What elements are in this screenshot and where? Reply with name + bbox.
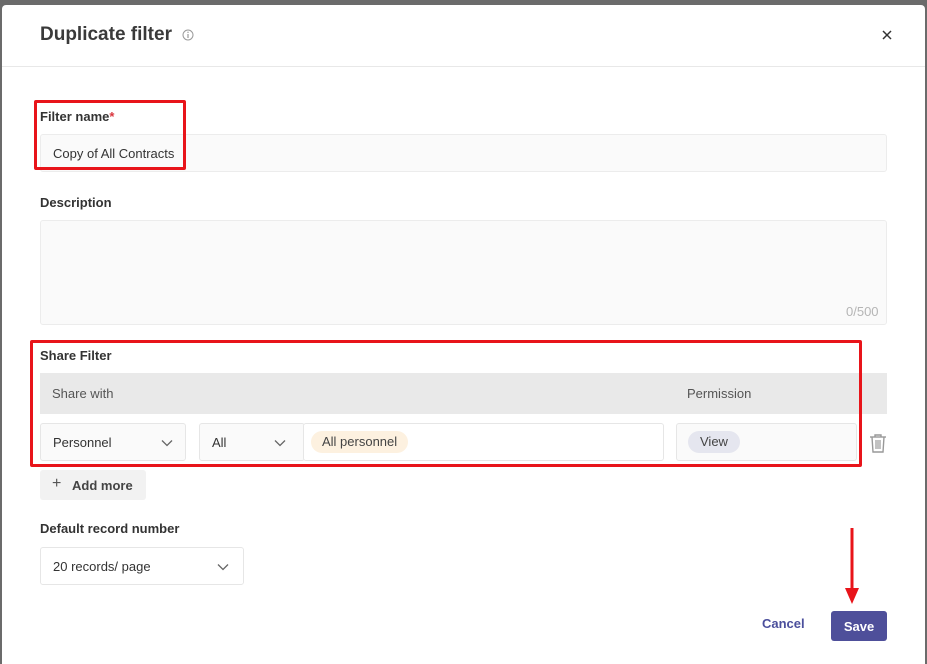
- description-textarea[interactable]: [40, 220, 887, 325]
- dialog-header: Duplicate filter: [2, 5, 925, 67]
- share-type-select[interactable]: Personnel: [40, 423, 186, 461]
- filter-name-input[interactable]: [40, 134, 887, 172]
- default-record-value: 20 records/ page: [53, 559, 151, 574]
- filter-name-label-text: Filter name: [40, 109, 110, 124]
- share-table-header: Share with Permission: [40, 373, 887, 414]
- filter-name-label: Filter name*: [40, 109, 114, 124]
- save-button[interactable]: Save: [831, 611, 887, 641]
- duplicate-filter-dialog: Duplicate filter Filter name* Descriptio…: [2, 5, 925, 664]
- default-record-label: Default record number: [40, 521, 180, 536]
- permission-select[interactable]: View: [676, 423, 857, 461]
- share-scope-value: All: [212, 435, 227, 450]
- default-record-select[interactable]: 20 records/ page: [40, 547, 244, 585]
- dialog-title: Duplicate filter: [40, 24, 172, 45]
- chevron-down-icon: [161, 440, 173, 447]
- annotation-arrow-icon: [845, 528, 859, 604]
- cancel-button[interactable]: Cancel: [762, 616, 805, 631]
- info-icon[interactable]: [182, 29, 194, 41]
- share-scope-select[interactable]: All: [199, 423, 305, 461]
- chevron-down-icon: [274, 440, 286, 447]
- personnel-tag[interactable]: All personnel: [311, 431, 409, 453]
- trash-icon[interactable]: [869, 433, 887, 453]
- plus-icon: +: [52, 475, 62, 492]
- share-target-tags[interactable]: All personnel: [303, 423, 664, 461]
- description-char-counter: 0/500: [846, 304, 879, 319]
- add-more-button[interactable]: + Add more: [40, 470, 146, 500]
- permission-tag: View: [688, 431, 740, 453]
- chevron-down-icon: [217, 564, 229, 571]
- share-filter-label: Share Filter: [40, 348, 112, 363]
- description-label: Description: [40, 195, 112, 210]
- required-mark: *: [109, 109, 115, 124]
- share-type-value: Personnel: [53, 435, 112, 450]
- share-with-column-header: Share with: [52, 386, 114, 401]
- add-more-label: Add more: [72, 478, 133, 493]
- permission-column-header: Permission: [687, 386, 752, 401]
- close-icon[interactable]: [880, 28, 894, 42]
